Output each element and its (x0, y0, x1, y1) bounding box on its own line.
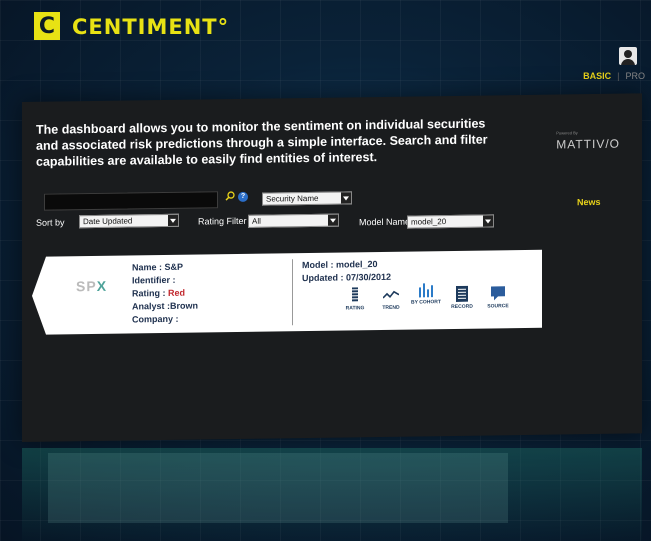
panel-reflection (22, 448, 642, 541)
card-reflection (48, 453, 508, 523)
bar-chart-icon (419, 283, 433, 298)
security-company: Company : (132, 313, 179, 325)
security-name: Name : S&P (132, 261, 184, 273)
document-icon (456, 285, 468, 302)
mode-switch: BASIC | PRO (583, 71, 645, 81)
mode-separator: | (617, 71, 620, 81)
search-icon[interactable] (225, 191, 235, 201)
security-card[interactable]: SPX Name : S&P Identifier : Rating : Red… (46, 249, 542, 335)
basic-mode-link[interactable]: BASIC (583, 71, 611, 81)
model-name-label: Model Name (359, 216, 411, 228)
rating-filter-label: Rating Filter (198, 215, 247, 227)
sort-select-value: Date Updated (83, 216, 133, 227)
security-select-value: Security Name (266, 193, 319, 204)
model-name-select[interactable]: model_20 (407, 214, 494, 229)
logo-text: CENTIMENT° (72, 15, 230, 39)
dashboard-panel: The dashboard allows you to monitor the … (22, 93, 642, 443)
chevron-down-icon (168, 214, 178, 226)
rating-icon (352, 287, 358, 302)
updated-date: Updated : 07/30/2012 (302, 271, 392, 284)
trend-action[interactable]: TREND (373, 287, 409, 312)
search-input[interactable] (44, 191, 218, 211)
source-action[interactable]: SOURCE (480, 285, 516, 310)
trend-icon (383, 290, 399, 299)
top-bar: C CENTIMENT° BASIC | PRO (0, 0, 651, 95)
chevron-down-icon (328, 214, 338, 226)
rating-filter-select[interactable]: All (248, 213, 339, 228)
record-action[interactable]: RECORD (444, 285, 480, 311)
powered-by: Powered By MATTIV/O (556, 130, 620, 154)
chevron-down-icon (483, 215, 493, 227)
security-logo: SPX (76, 277, 108, 295)
security-info: Name : S&P Identifier : Rating : Red Ana… (132, 261, 198, 327)
chevron-down-icon (341, 192, 351, 204)
pro-mode-link[interactable]: PRO (625, 71, 645, 81)
security-select[interactable]: Security Name (262, 191, 352, 206)
rating-action[interactable]: RATING (337, 287, 373, 312)
help-icon[interactable]: ? (238, 191, 248, 202)
comment-icon (491, 286, 505, 301)
sort-label: Sort by (36, 217, 65, 228)
logo-mark: C (34, 12, 60, 40)
user-avatar-icon[interactable] (619, 47, 637, 65)
card-divider (292, 259, 293, 326)
sort-select[interactable]: Date Updated (79, 213, 179, 229)
model-name: Model : model_20 (302, 259, 378, 271)
powered-by-label: Powered By (556, 130, 578, 136)
security-identifier: Identifier : (132, 274, 176, 286)
news-link[interactable]: News (577, 197, 601, 207)
model-info: Model : model_20 Updated : 07/30/2012 (302, 258, 391, 285)
rating-filter-value: All (252, 216, 261, 226)
security-analyst: Analyst :Brown (132, 300, 199, 312)
security-rating: Rating : Red (132, 287, 186, 299)
by-cohort-action[interactable]: BY COHORT (408, 281, 444, 306)
model-name-value: model_20 (411, 217, 447, 227)
rating-value: Red (168, 287, 186, 298)
powered-by-brand: MATTIV/O (556, 136, 620, 152)
intro-text: The dashboard allows you to monitor the … (36, 116, 488, 169)
